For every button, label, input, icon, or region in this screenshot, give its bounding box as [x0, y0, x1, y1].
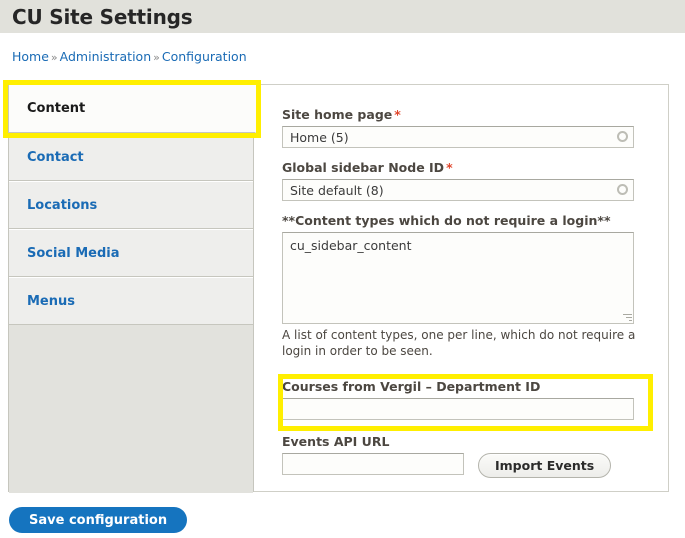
sidebar-item-locations[interactable]: Locations — [9, 181, 253, 229]
site-home-page-autocomplete — [282, 126, 634, 148]
breadcrumb-item-home[interactable]: Home — [12, 49, 49, 64]
content-types-description: A list of content types, one per line, w… — [282, 328, 636, 359]
sidebar-item-social-media[interactable]: Social Media — [9, 229, 253, 277]
site-home-page-label-text: Site home page — [282, 107, 393, 122]
vertical-tabs: Site home page* Global sidebar Node ID* … — [8, 84, 669, 493]
tab-column-filler — [9, 325, 253, 493]
tab-label: Content — [27, 101, 86, 116]
form-item-site-home-page: Site home page * — [282, 107, 648, 148]
tab-label: Locations — [27, 197, 98, 213]
content-types-textarea[interactable]: cu_sidebar_content — [282, 232, 634, 324]
global-sidebar-node-id-autocomplete — [282, 179, 634, 201]
save-configuration-button[interactable]: Save configuration — [9, 507, 188, 533]
breadcrumb-separator: » — [50, 51, 58, 64]
vergil-department-id-input[interactable] — [282, 398, 634, 421]
form-item-events-api-url: Events API URL Import Events — [282, 434, 648, 479]
tab-label: Social Media — [27, 245, 120, 261]
breadcrumb-item-administration[interactable]: Administration — [60, 49, 151, 64]
tab-panel-content: Site home page* Global sidebar Node ID* … — [253, 84, 669, 492]
form-item-content-types: **Content types which do not require a l… — [282, 213, 648, 359]
content-types-textarea-wrap: cu_sidebar_content — [282, 232, 634, 324]
breadcrumb-separator: » — [153, 51, 160, 64]
sidebar-item-content[interactable]: Content — [9, 85, 256, 133]
required-asterisk: * — [446, 160, 453, 175]
vergil-department-id-label: Courses from Vergil – Department ID — [282, 379, 541, 395]
vertical-tab-menu: Content Contact Locations Social Media M… — [8, 84, 256, 493]
form-item-global-sidebar-node-id: Global sidebar Node ID * — [282, 160, 648, 201]
page-title: CU Site Settings — [12, 4, 193, 29]
content-types-label: **Content types which do not require a l… — [282, 213, 611, 228]
global-sidebar-node-id-label-text: Global sidebar Node ID — [282, 160, 445, 175]
tab-label: Contact — [27, 149, 84, 165]
form-item-vergil-department-id: Courses from Vergil – Department ID — [282, 379, 648, 421]
sidebar-item-menus[interactable]: Menus — [9, 277, 253, 325]
sidebar-item-contact[interactable]: Contact — [9, 133, 253, 181]
events-api-url-input[interactable] — [282, 453, 464, 476]
page-header: CU Site Settings — [0, 0, 685, 33]
breadcrumb: Home» Administration» Configuration — [0, 33, 685, 64]
global-sidebar-node-id-label: Global sidebar Node ID * — [282, 160, 648, 175]
global-sidebar-node-id-input[interactable] — [282, 179, 634, 201]
breadcrumb-item-configuration[interactable]: Configuration — [162, 49, 247, 64]
tab-label: Menus — [27, 293, 76, 309]
site-home-page-label: Site home page * — [282, 107, 648, 122]
required-asterisk: * — [394, 107, 401, 122]
events-api-url-label: Events API URL — [282, 434, 390, 450]
events-api-row: Import Events — [282, 453, 648, 479]
import-events-button[interactable]: Import Events — [478, 453, 612, 479]
site-home-page-input[interactable] — [282, 126, 634, 148]
